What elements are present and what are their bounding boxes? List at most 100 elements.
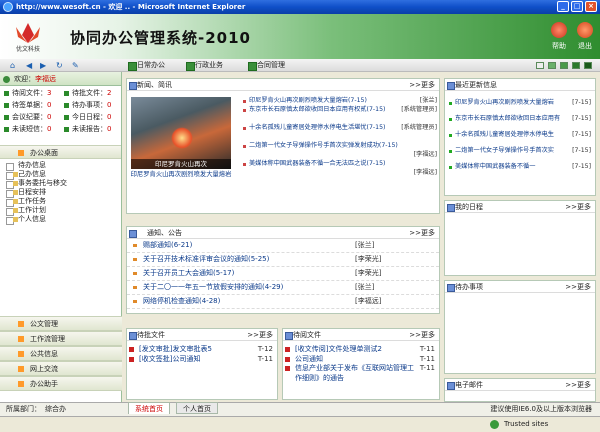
toread-item[interactable]: 公司通知 T-11: [283, 355, 439, 365]
user-icon: [3, 76, 10, 83]
nav-office-assistant[interactable]: 办公助手: [0, 376, 122, 391]
news-photo-caption[interactable]: 印尼罗肯火山再次剧烈喷发大量熔岩: [127, 171, 235, 179]
news-item[interactable]: 二炮第一代女子导弹操作号手首次实弹发射成功(7-15) [李福远]: [241, 142, 437, 160]
pending-panel: 待批文件 >>更多 [发文审批]发文审批表5 T-12 [收文签批]公司通知 T-1…: [126, 328, 278, 400]
close-button[interactable]: ×: [585, 1, 597, 12]
todo-more-link[interactable]: >>更多: [565, 281, 591, 293]
toread-item[interactable]: 信息产业部关于发布《互联网站管理工作细则》的通告 T-11: [283, 364, 439, 383]
pending-item[interactable]: [收文签批]公司通知 T-11: [127, 355, 277, 365]
ie-statusbar: Trusted sites: [0, 416, 600, 432]
menu-admin-business[interactable]: 行政业务: [186, 60, 223, 71]
latest-item[interactable]: 美媒体称中国武器装备不循一 [7-15]: [447, 163, 593, 172]
forward-icon[interactable]: ▶: [40, 61, 46, 70]
skin-swatch-5[interactable]: [584, 62, 592, 69]
nav-online-exchange[interactable]: 网上交流: [0, 361, 122, 376]
home-icon[interactable]: ⌂: [10, 61, 15, 70]
nav-document-mgmt[interactable]: 公文管理: [0, 316, 122, 331]
notice-item[interactable]: 网络停机检查通知(4-28) [李福远]: [127, 295, 439, 309]
email-more-link[interactable]: >>更多: [565, 379, 591, 391]
stat-item[interactable]: 今日日程：0: [64, 113, 124, 122]
menu-daily-office[interactable]: 日常办公: [128, 60, 165, 71]
refresh-icon[interactable]: ↻: [56, 61, 63, 70]
toread-header: 待阅文件 >>更多: [283, 329, 439, 341]
pending-header: 待批文件 >>更多: [127, 329, 277, 341]
stat-item[interactable]: 待阅文件：3: [4, 89, 64, 98]
welcome-bar: 欢迎：李福远: [0, 72, 121, 86]
toread-more-link[interactable]: >>更多: [409, 329, 435, 341]
nav-tree: 待办信息 己办信息 事务委托与移交 日程安排 工作任务 工作计划 个人信息: [0, 159, 121, 225]
tree-item[interactable]: 己办信息: [6, 170, 121, 180]
notice-item[interactable]: 关于二〇一一年五一节放假安排的通知(4-29) [张兰]: [127, 281, 439, 295]
toread-list: [收文传阅]文件处理单测试2 T-11 公司通知 T-11 信息产业部关于发布《互联…: [283, 341, 439, 383]
skin-swatch-4[interactable]: [572, 62, 580, 69]
toread-title: 待阅文件: [293, 331, 321, 339]
dept-label: 所属部门：: [6, 405, 41, 413]
help-icon: [551, 22, 567, 38]
notice-item[interactable]: 赐部通知(6-21) [张兰]: [127, 239, 439, 253]
news-title: 新闻、简讯: [137, 81, 172, 89]
schedule-more-link[interactable]: >>更多: [565, 201, 591, 213]
skin-swatch-1[interactable]: [536, 62, 544, 69]
notice-item[interactable]: 关于召开员工大会通知(5-17) [李荣光]: [127, 267, 439, 281]
stat-item[interactable]: 待办事项：0: [64, 101, 124, 110]
schedule-panel: 我的日程 >>更多: [444, 200, 596, 276]
logo-text: 优文科技: [16, 45, 40, 53]
tree-item[interactable]: 个人信息: [6, 215, 121, 225]
tool-icon[interactable]: ✎: [72, 61, 79, 70]
latest-item[interactable]: 印尼罗肯火山再次剧烈喷发大量熔岩 [7-15]: [447, 99, 593, 115]
nav-workflow-mgmt[interactable]: 工作流管理: [0, 331, 122, 346]
skin-swatch-3[interactable]: [560, 62, 568, 69]
news-photo[interactable]: 印尼罗肯火山再次: [131, 97, 231, 169]
stat-grid: 待阅文件：3 待批文件：2 待签单据：0 待办事项：0 会议纪要：0 今日日程：…: [0, 86, 121, 137]
news-panel: 新闻、简讯 >>更多 印尼罗肯火山再次 印尼罗肯火山再次剧烈喷发大量熔岩 印尼罗…: [126, 78, 440, 214]
notice-list: 赐部通知(6-21) [张兰] 关于召开技术标准评审会议的通知(5-25) [李荣光…: [127, 239, 439, 309]
tree-item[interactable]: 待办信息: [6, 161, 121, 171]
pending-more-link[interactable]: >>更多: [247, 329, 273, 341]
email-header: 电子邮件 >>更多: [445, 379, 595, 391]
pending-item[interactable]: [发文审批]发文审批表5 T-12: [127, 345, 277, 355]
exit-button[interactable]: 退出: [572, 22, 598, 51]
schedule-header: 我的日程 >>更多: [445, 201, 595, 213]
latest-item[interactable]: 东京市长石原慎太郎欲收回日本应用有 [7-15]: [447, 115, 593, 131]
tree-item[interactable]: 日程安排: [6, 188, 121, 198]
latest-panel: 最近更新信息 印尼罗肯火山再次剧烈喷发大量熔岩 [7-15] 东京市长石原慎太郎欲…: [444, 78, 596, 196]
menu-contract-mgmt[interactable]: 合同管理: [248, 60, 285, 71]
minimize-button[interactable]: _: [557, 1, 569, 12]
news-list: 印尼罗肯火山再次剧烈喷发大量熔岩(7-15) [张兰] 东京市长石原慎太郎欲收回日…: [241, 97, 437, 178]
tab-system-home[interactable]: 系统首页: [128, 402, 170, 414]
news-item[interactable]: 印尼罗肯火山再次剧烈喷发大量熔岩(7-15) [张兰]: [241, 97, 437, 106]
help-button[interactable]: 帮助: [546, 22, 572, 51]
tree-item[interactable]: 工作任务: [6, 197, 121, 207]
news-more-link[interactable]: >>更多: [409, 79, 435, 91]
nav-public-info[interactable]: 公共信息: [0, 346, 122, 361]
notice-more-link[interactable]: >>更多: [409, 227, 435, 239]
photo-overlay-caption: 印尼罗肯火山再次: [131, 159, 231, 169]
trusted-zone-icon: [490, 420, 499, 429]
tree-item[interactable]: 工作计划: [6, 206, 121, 216]
news-header: 新闻、简讯 >>更多: [127, 79, 439, 91]
toread-item[interactable]: [收文传阅]文件处理单测试2 T-11: [283, 345, 439, 355]
back-icon[interactable]: ◀: [26, 61, 32, 70]
stat-item[interactable]: 未读短信：0: [4, 125, 64, 134]
nav-office-desk[interactable]: 办公桌面: [0, 145, 121, 159]
news-item[interactable]: 美媒体称中国武器装备不循一合无法匹之说(7-15) [李福远]: [241, 160, 437, 178]
volcano-glow: [171, 127, 193, 149]
news-item[interactable]: 东京市长石原慎太郎欲收回日本应用有权贰(7-15) [系统管理员]: [241, 106, 437, 124]
stat-item[interactable]: 未读报告：0: [64, 125, 124, 134]
tree-item[interactable]: 事务委托与移交: [6, 179, 121, 189]
latest-item[interactable]: 十余名孤残儿童寄居处理停水停电生 [7-15]: [447, 131, 593, 147]
tab-personal-home[interactable]: 个人首页: [176, 402, 218, 414]
stat-item[interactable]: 待签单据：0: [4, 101, 64, 110]
stat-item[interactable]: 会议纪要：0: [4, 113, 64, 122]
maximize-button[interactable]: □: [571, 1, 583, 12]
todo-header: 待办事项 >>更多: [445, 281, 595, 293]
notice-item[interactable]: 关于召开技术标准评审会议的通知(5-25) [李荣光]: [127, 253, 439, 267]
news-item[interactable]: 十余名孤残儿童寄居处理停水停电生活堪忧(7-15) [系统管理员]: [241, 124, 437, 142]
latest-header: 最近更新信息: [445, 79, 595, 91]
latest-item[interactable]: 二炮第一代女子导弹操作号手首次实 [7-15]: [447, 147, 593, 163]
browser-title: http://www.wesoft.cn - 欢迎 .. - Microsoft…: [16, 3, 246, 11]
pending-title: 待批文件: [137, 331, 165, 339]
skin-swatch-2[interactable]: [548, 62, 556, 69]
stat-item[interactable]: 待批文件：2: [64, 89, 124, 98]
email-panel: 电子邮件 >>更多: [444, 378, 596, 402]
